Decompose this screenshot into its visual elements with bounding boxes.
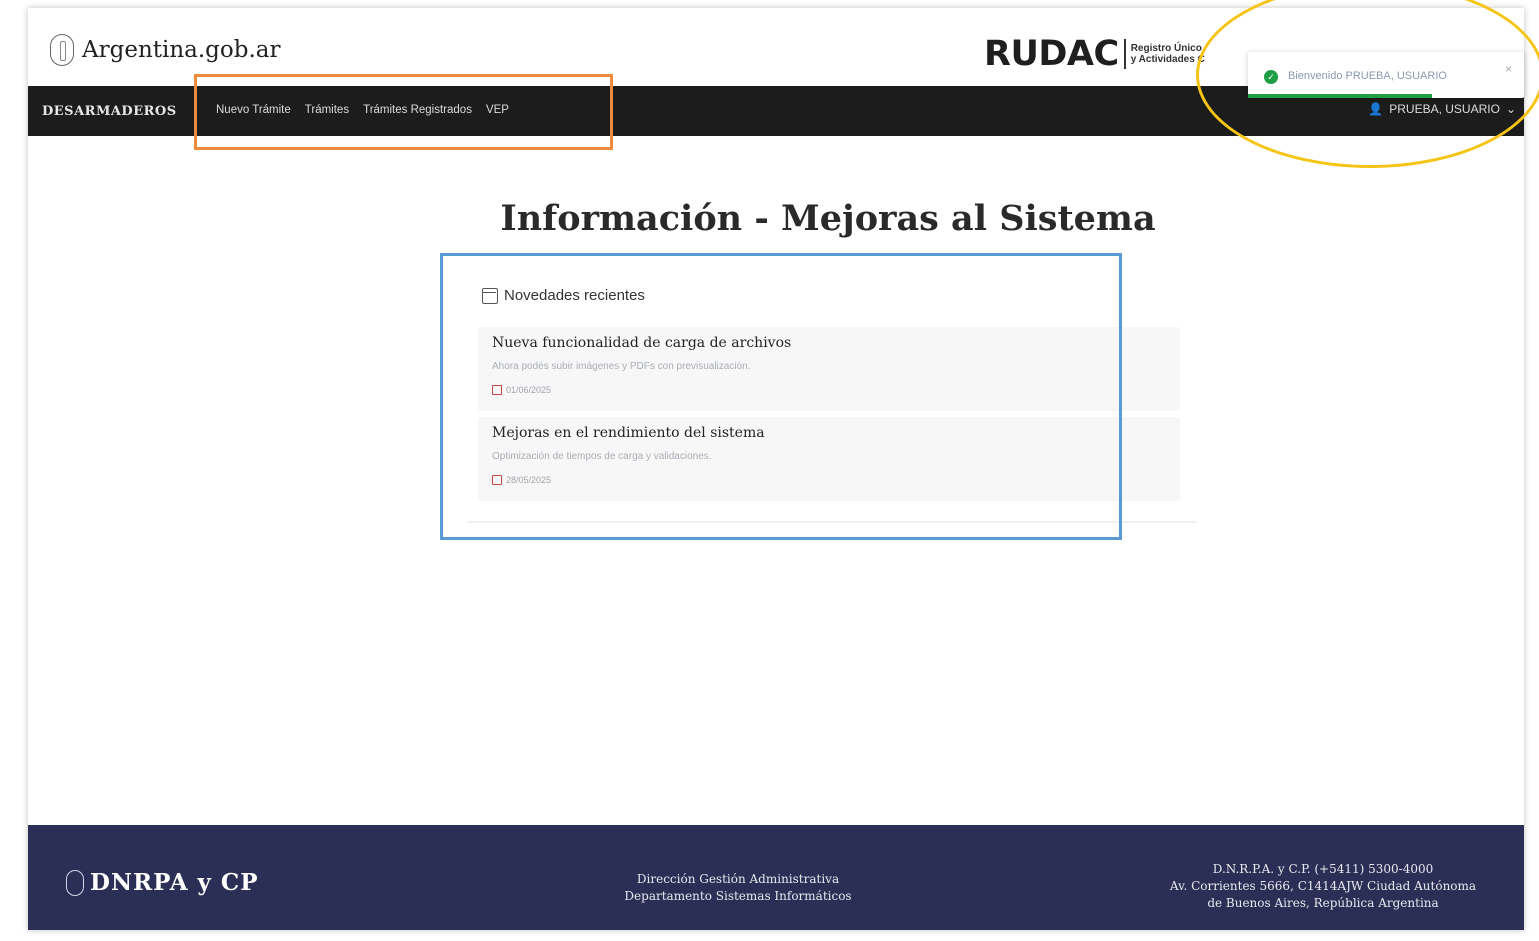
footer-right-line1: D.N.R.P.A. y C.P. (+5411) 5300-4000	[1212, 862, 1434, 876]
footer-contact: D.N.R.P.A. y C.P. (+5411) 5300-4000 Av. …	[1118, 861, 1528, 912]
argentina-seal-icon	[66, 869, 84, 896]
navbar-brand[interactable]: DESARMADEROS	[42, 104, 177, 119]
footer-logo: DNRPA y CP	[66, 869, 259, 896]
highlight-nav-links	[194, 74, 613, 150]
rudac-subtitle: Registro Único y Actividades C	[1131, 43, 1205, 65]
highlight-news	[440, 253, 1122, 540]
rudac-divider	[1123, 39, 1126, 69]
footer-logo-text: DNRPA y CP	[90, 869, 259, 896]
rudac-logo-text: RUDAC	[984, 34, 1119, 74]
footer-middle-line2: Departamento Sistemas Informáticos	[624, 889, 852, 903]
footer-department: Dirección Gestión Administrativa Departa…	[538, 871, 938, 905]
page-title: Información - Mejoras al Sistema	[500, 198, 1156, 239]
rudac-sub-line2: y Actividades C	[1130, 54, 1205, 65]
rudac-logo[interactable]: RUDAC Registro Único y Actividades C	[984, 34, 1205, 74]
footer-right-line3: de Buenos Aires, República Argentina	[1207, 896, 1439, 910]
gov-brand[interactable]: Argentina.gob.ar	[50, 34, 281, 66]
app-window: Argentina.gob.ar RUDAC Registro Único y …	[28, 0, 1539, 930]
highlight-toast	[1196, 0, 1539, 168]
footer: DNRPA y CP Dirección Gestión Administrat…	[28, 825, 1524, 930]
footer-middle-line1: Dirección Gestión Administrativa	[636, 872, 840, 886]
footer-right-line2: Av. Corrientes 5666, C1414AJW Ciudad Aut…	[1169, 879, 1477, 893]
rudac-sub-line1: Registro Único	[1130, 43, 1202, 54]
argentina-seal-icon	[50, 34, 74, 66]
gov-name: Argentina.gob.ar	[82, 37, 281, 63]
